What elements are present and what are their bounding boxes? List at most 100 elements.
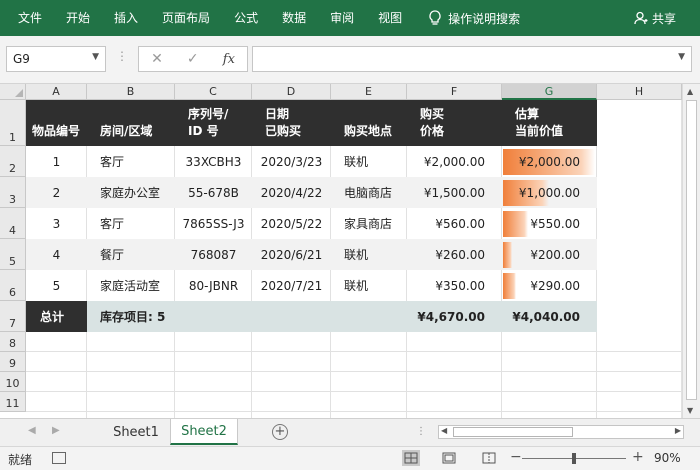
cell-item-number[interactable]: 1 bbox=[26, 146, 87, 177]
cell-item-number[interactable]: 5 bbox=[26, 270, 87, 301]
cell-price[interactable]: ¥2,000.00 bbox=[407, 146, 485, 177]
row-header-1[interactable]: 1 bbox=[0, 100, 26, 146]
tab-formulas[interactable]: 公式 bbox=[222, 0, 270, 36]
enter-icon[interactable]: ✓ bbox=[187, 51, 199, 67]
cancel-icon[interactable]: ✕ bbox=[151, 51, 163, 67]
tab-prev-icon[interactable]: ◀ bbox=[28, 425, 36, 436]
tab-home[interactable]: 开始 bbox=[54, 0, 102, 36]
zoom-slider-thumb[interactable] bbox=[572, 453, 576, 464]
scroll-right-icon[interactable]: ▶ bbox=[675, 426, 681, 435]
zoom-level[interactable]: 90% bbox=[654, 451, 681, 465]
header-value[interactable]: 估算 当前价值 bbox=[515, 100, 597, 146]
row-header-6[interactable]: 6 bbox=[0, 270, 26, 301]
cell-item-number[interactable]: 4 bbox=[26, 239, 87, 270]
column-header-f[interactable]: F bbox=[407, 84, 502, 100]
chevron-down-icon[interactable]: ▼ bbox=[92, 52, 99, 62]
page-break-view-icon[interactable] bbox=[480, 450, 498, 466]
header-item-number[interactable]: 物品编号 bbox=[32, 100, 87, 146]
cell-serial[interactable]: 55-678B bbox=[175, 177, 252, 208]
row-header-9[interactable]: 9 bbox=[0, 352, 26, 372]
cell-place[interactable]: 家具商店 bbox=[344, 208, 407, 239]
cell-price[interactable]: ¥350.00 bbox=[407, 270, 485, 301]
header-date[interactable]: 日期 已购买 bbox=[265, 100, 331, 146]
cell-date[interactable]: 2020/4/22 bbox=[252, 177, 331, 208]
row-header-4[interactable]: 4 bbox=[0, 208, 26, 239]
macro-recording-icon[interactable] bbox=[52, 452, 66, 464]
row-header-7[interactable]: 7 bbox=[0, 301, 26, 332]
insert-function-icon[interactable]: fx bbox=[223, 52, 235, 67]
share-button[interactable]: 共享 bbox=[634, 0, 676, 36]
row-header-8[interactable]: 8 bbox=[0, 332, 26, 352]
row-header-10[interactable]: 10 bbox=[0, 372, 26, 392]
page-layout-view-icon[interactable] bbox=[440, 450, 458, 466]
horizontal-scrollbar[interactable]: ◀ ▶ bbox=[438, 425, 684, 439]
cell-room[interactable]: 餐厅 bbox=[100, 239, 175, 270]
scroll-left-icon[interactable]: ◀ bbox=[441, 426, 447, 435]
total-price[interactable]: ¥4,670.00 bbox=[407, 301, 485, 332]
tab-review[interactable]: 审阅 bbox=[318, 0, 366, 36]
column-header-g[interactable]: G bbox=[502, 84, 597, 100]
vertical-scrollbar[interactable]: ▲ ▼ bbox=[682, 84, 700, 418]
cell-price[interactable]: ¥1,500.00 bbox=[407, 177, 485, 208]
tab-page-layout[interactable]: 页面布局 bbox=[150, 0, 222, 36]
expand-formula-icon[interactable]: ▼ bbox=[678, 52, 685, 62]
cell-serial[interactable]: 80-JBNR bbox=[175, 270, 252, 301]
column-header-d[interactable]: D bbox=[252, 84, 331, 100]
cell-room[interactable]: 家庭办公室 bbox=[100, 177, 175, 208]
scroll-down-icon[interactable]: ▼ bbox=[687, 406, 693, 415]
cell-date[interactable]: 2020/7/21 bbox=[252, 270, 331, 301]
worksheet-grid[interactable]: A B C D E F G H 1 2 3 4 5 6 7 8 9 10 11 … bbox=[0, 84, 682, 418]
header-price[interactable]: 购买 价格 bbox=[420, 100, 502, 146]
cell-place[interactable]: 联机 bbox=[344, 239, 407, 270]
sheet-tab-sheet1[interactable]: Sheet1 bbox=[103, 419, 169, 445]
header-room[interactable]: 房间/区域 bbox=[100, 100, 175, 146]
cell-value[interactable]: ¥2,000.00 bbox=[502, 146, 580, 177]
cell-date[interactable]: 2020/5/22 bbox=[252, 208, 331, 239]
name-box[interactable]: G9 ▼ bbox=[6, 46, 106, 72]
column-header-h[interactable]: H bbox=[597, 84, 682, 100]
cell-serial[interactable]: 7865SS-J3 bbox=[175, 208, 252, 239]
scroll-up-icon[interactable]: ▲ bbox=[687, 87, 693, 96]
tab-file[interactable]: 文件 bbox=[0, 0, 54, 36]
cell-place[interactable]: 电脑商店 bbox=[344, 177, 407, 208]
tab-data[interactable]: 数据 bbox=[270, 0, 318, 36]
cell-value[interactable]: ¥550.00 bbox=[502, 208, 580, 239]
column-header-b[interactable]: B bbox=[87, 84, 175, 100]
scroll-thumb[interactable] bbox=[686, 100, 697, 400]
total-value[interactable]: ¥4,040.00 bbox=[502, 301, 580, 332]
cell-place[interactable]: 联机 bbox=[344, 146, 407, 177]
cell-item-number[interactable]: 3 bbox=[26, 208, 87, 239]
zoom-out-icon[interactable]: − bbox=[510, 449, 522, 465]
scroll-thumb[interactable] bbox=[453, 427, 573, 437]
formula-input[interactable]: ▼ bbox=[252, 46, 692, 72]
cell-room[interactable]: 家庭活动室 bbox=[100, 270, 175, 301]
row-header-5[interactable]: 5 bbox=[0, 239, 26, 270]
total-label[interactable]: 总计 bbox=[40, 301, 87, 332]
cell-value[interactable]: ¥290.00 bbox=[502, 270, 580, 301]
cell-price[interactable]: ¥560.00 bbox=[407, 208, 485, 239]
cell-value[interactable]: ¥1,000.00 bbox=[502, 177, 580, 208]
column-header-c[interactable]: C bbox=[175, 84, 252, 100]
column-header-e[interactable]: E bbox=[331, 84, 407, 100]
row-header-3[interactable]: 3 bbox=[0, 177, 26, 208]
sheet-tab-sheet2[interactable]: Sheet2 bbox=[170, 419, 238, 445]
tab-view[interactable]: 视图 bbox=[366, 0, 414, 36]
cell-date[interactable]: 2020/3/23 bbox=[252, 146, 331, 177]
column-header-a[interactable]: A bbox=[26, 84, 87, 100]
cell-date[interactable]: 2020/6/21 bbox=[252, 239, 331, 270]
header-place[interactable]: 购买地点 bbox=[344, 100, 407, 146]
cell-room[interactable]: 客厅 bbox=[100, 146, 175, 177]
row-header-11[interactable]: 11 bbox=[0, 392, 26, 412]
cell-place[interactable]: 联机 bbox=[344, 270, 407, 301]
cell-item-number[interactable]: 2 bbox=[26, 177, 87, 208]
cell-serial[interactable]: 33XCBH3 bbox=[175, 146, 252, 177]
header-serial[interactable]: 序列号/ ID 号 bbox=[188, 100, 252, 146]
add-sheet-icon[interactable]: + bbox=[272, 424, 288, 440]
zoom-in-icon[interactable]: + bbox=[632, 449, 644, 465]
normal-view-icon[interactable] bbox=[402, 450, 420, 466]
tab-insert[interactable]: 插入 bbox=[102, 0, 150, 36]
cell-serial[interactable]: 768087 bbox=[175, 239, 252, 270]
total-count[interactable]: 库存项目: 5 bbox=[100, 301, 250, 332]
tell-me-search[interactable]: 操作说明搜索 bbox=[414, 10, 520, 27]
cell-room[interactable]: 客厅 bbox=[100, 208, 175, 239]
